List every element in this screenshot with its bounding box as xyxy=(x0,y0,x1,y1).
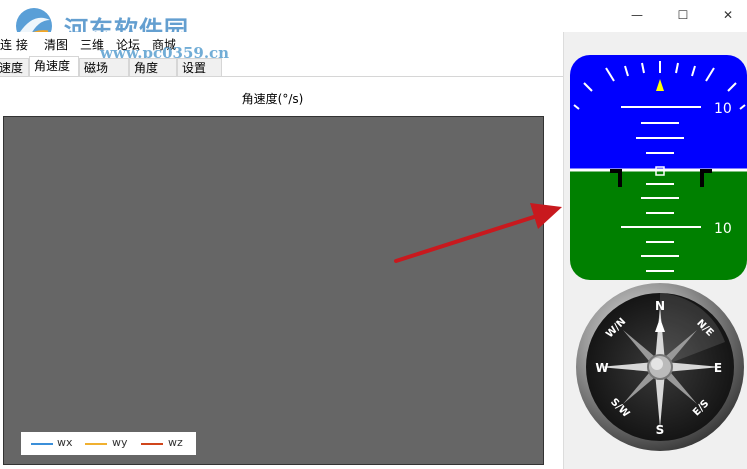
tab-magnetic[interactable]: 磁场 xyxy=(79,58,129,76)
legend-swatch-wx xyxy=(31,443,53,445)
pitch-label-top: 10 xyxy=(714,101,732,117)
compass-e: E xyxy=(714,361,722,375)
tab-label: 加速度 xyxy=(0,61,24,75)
tab-label: 角度 xyxy=(134,61,159,75)
tab-acceleration[interactable]: 加速度 xyxy=(0,58,29,76)
attitude-indicator: 10 10 xyxy=(570,55,747,280)
compass-w: W xyxy=(595,361,608,375)
title-bar: 河东软件园 — ☐ ✕ xyxy=(0,0,747,44)
minimize-icon: — xyxy=(631,8,643,22)
tab-settings[interactable]: 设置 xyxy=(177,58,222,76)
tab-label: 设置 xyxy=(182,61,207,75)
pitch-label-bottom: 10 xyxy=(714,221,732,237)
menu-item-clear[interactable]: 清图 xyxy=(44,36,68,53)
close-button[interactable]: ✕ xyxy=(705,0,747,30)
chart-title: 角速度(°/s) xyxy=(241,92,304,106)
legend-swatch-wy xyxy=(85,443,107,445)
tab-label: 磁场 xyxy=(84,61,109,75)
legend-label-wy: wy xyxy=(112,436,128,449)
minimize-button[interactable]: — xyxy=(614,0,660,30)
menu-item-connect[interactable]: 连 接 xyxy=(0,36,28,53)
legend-label-wz: wz xyxy=(168,436,183,449)
tab-label: 角速度 xyxy=(34,59,71,73)
tab-angular-velocity[interactable]: 角速度 xyxy=(29,56,79,77)
chart-legend: wx wy wz xyxy=(21,432,196,455)
maximize-button[interactable]: ☐ xyxy=(660,0,706,30)
menu-bar: 连 接 清图 三维 论坛 商城 xyxy=(0,32,560,54)
compass-widget: N E S W N/E E/S S/W W/N xyxy=(576,283,744,451)
chart-panel: 角速度(°/s) wx wy wz xyxy=(0,76,563,469)
legend-swatch-wz xyxy=(141,443,163,445)
close-icon: ✕ xyxy=(722,8,734,22)
tab-strip: 加速度 角速度 磁场 角度 设置 xyxy=(0,56,566,77)
legend-label-wx: wx xyxy=(57,436,73,449)
compass-s: S xyxy=(656,423,665,437)
plot-area[interactable]: wx wy wz xyxy=(3,116,544,465)
tab-angle[interactable]: 角度 xyxy=(129,58,177,76)
maximize-icon: ☐ xyxy=(677,8,689,22)
compass-n: N xyxy=(655,299,665,313)
